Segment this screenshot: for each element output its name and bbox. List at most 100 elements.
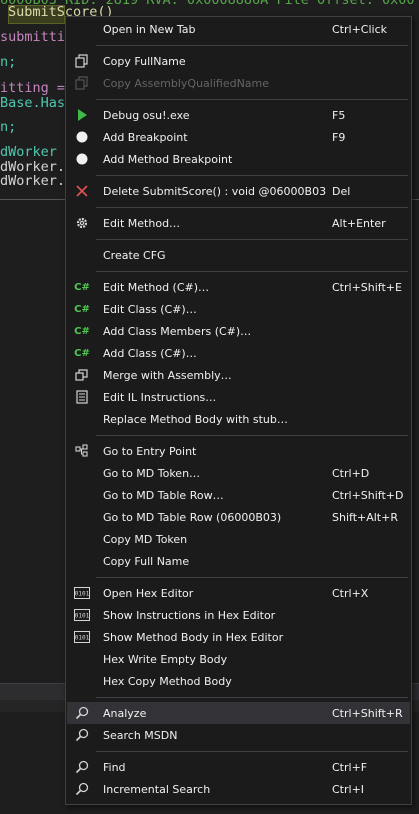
menu-item-label: Replace Method Body with stub…	[103, 412, 288, 426]
menu-item-label: Copy AssemblyQualifiedName	[103, 76, 270, 90]
menu-item-label: Merge with Assembly…	[103, 368, 232, 382]
menu-item-label: Open in New Tab	[103, 22, 196, 36]
menu-item-shortcut: Ctrl+I	[332, 782, 365, 796]
menu-item-copy-assembly-qualified-name[interactable]: Copy AssemblyQualifiedName	[67, 72, 410, 94]
menu-item-add-breakpoint[interactable]: Add Breakpoint F9	[67, 126, 410, 148]
menu-item-open-hex-editor[interactable]: 0101 Open Hex Editor Ctrl+X	[67, 582, 410, 604]
menu-separator	[96, 577, 408, 578]
menu-item-hex-copy-method-body[interactable]: Hex Copy Method Body	[67, 670, 410, 692]
menu-item-label: Hex Copy Method Body	[103, 674, 232, 688]
menu-item-shortcut: Del	[332, 184, 351, 198]
menu-item-label: Go to MD Table Row (06000B03)	[103, 510, 282, 524]
menu-separator	[96, 751, 408, 752]
menu-item-label: Add Breakpoint	[103, 130, 188, 144]
menu-item-shortcut: F5	[332, 108, 346, 122]
menu-item-label: Incremental Search	[103, 782, 211, 796]
menu-item-label: Analyze	[103, 706, 147, 720]
menu-item-label: Open Hex Editor	[103, 586, 194, 600]
search-icon	[73, 758, 91, 776]
menu-separator	[96, 99, 408, 100]
menu-item-copy-md-token[interactable]: Copy MD Token	[67, 528, 410, 550]
menu-item-label: Copy MD Token	[103, 532, 188, 546]
menu-item-edit-method[interactable]: Edit Method… Alt+Enter	[67, 212, 410, 234]
copy-icon	[73, 74, 91, 92]
menu-item-replace-method-body[interactable]: Replace Method Body with stub…	[67, 408, 410, 430]
menu-separator	[96, 271, 408, 272]
menu-item-edit-class-csharp[interactable]: C# Edit Class (C#)…	[67, 298, 410, 320]
menu-item-label: Create CFG	[103, 248, 166, 262]
menu-separator	[96, 697, 408, 698]
menu-separator	[96, 435, 408, 436]
menu-item-label: Add Class Members (C#)…	[103, 324, 252, 338]
menu-item-label: Copy Full Name	[103, 554, 190, 568]
menu-item-open-in-new-tab[interactable]: Open in New Tab Ctrl+Click	[67, 18, 410, 40]
copy-icon	[73, 52, 91, 70]
menu-item-edit-method-csharp[interactable]: C# Edit Method (C#)… Ctrl+Shift+E	[67, 276, 410, 298]
menu-item-debug[interactable]: Debug osu!.exe F5	[67, 104, 410, 126]
entry-point-icon	[73, 442, 91, 460]
search-icon	[73, 726, 91, 744]
svg-text:0101: 0101	[75, 635, 90, 642]
menu-item-merge-with-assembly[interactable]: Merge with Assembly…	[67, 364, 410, 386]
binary-icon: 0101	[73, 606, 91, 624]
menu-item-add-class-csharp[interactable]: C# Add Class (C#)…	[67, 342, 410, 364]
menu-item-shortcut: Ctrl+Shift+E	[332, 280, 402, 294]
csharp-icon: C#	[74, 347, 90, 359]
menu-item-shortcut: Ctrl+X	[332, 586, 369, 600]
menu-item-shortcut: F9	[332, 130, 346, 144]
menu-separator	[96, 207, 408, 208]
menu-item-shortcut: Ctrl+Shift+R	[332, 706, 403, 720]
menu-item-label: Edit IL Instructions…	[103, 390, 217, 404]
menu-item-copy-fullname[interactable]: Copy FullName	[67, 50, 410, 72]
menu-item-copy-full-name[interactable]: Copy Full Name	[67, 550, 410, 572]
binary-icon: 0101	[73, 584, 91, 602]
menu-separator	[96, 45, 408, 46]
merge-icon	[73, 366, 91, 384]
menu-item-go-to-md-token[interactable]: Go to MD Token… Ctrl+D	[67, 462, 410, 484]
search-icon	[73, 704, 91, 722]
menu-item-show-instructions-hex[interactable]: 0101 Show Instructions in Hex Editor	[67, 604, 410, 626]
menu-item-shortcut: Alt+Enter	[332, 216, 386, 230]
csharp-icon: C#	[74, 303, 90, 315]
menu-item-go-to-entry-point[interactable]: Go to Entry Point	[67, 440, 410, 462]
menu-item-create-cfg[interactable]: Create CFG	[67, 244, 410, 266]
menu-item-find[interactable]: Find Ctrl+F	[67, 756, 410, 778]
menu-item-label: Debug osu!.exe	[103, 108, 190, 122]
menu-item-label: Add Class (C#)…	[103, 346, 197, 360]
menu-item-add-method-breakpoint[interactable]: Add Method Breakpoint	[67, 148, 410, 170]
breakpoint-icon	[73, 128, 91, 146]
code-line[interactable]: n;	[0, 51, 16, 73]
menu-item-label: Go to Entry Point	[103, 444, 197, 458]
menu-item-incremental-search[interactable]: Incremental Search Ctrl+I	[67, 778, 410, 800]
menu-item-label: Go to MD Table Row…	[103, 488, 224, 502]
code-line[interactable]: dWorker.	[0, 170, 65, 192]
document-icon	[73, 388, 91, 406]
menu-item-delete-method[interactable]: Delete SubmitScore() : void @06000B03 De…	[67, 180, 410, 202]
menu-item-shortcut: Shift+Alt+R	[332, 510, 398, 524]
code-line[interactable]: n;	[0, 116, 16, 138]
code-line[interactable]: submitti	[0, 26, 65, 48]
menu-item-label: Show Method Body in Hex Editor	[103, 630, 284, 644]
csharp-icon: C#	[74, 281, 90, 293]
menu-item-go-to-md-table-row-token[interactable]: Go to MD Table Row (06000B03) Shift+Alt+…	[67, 506, 410, 528]
menu-item-label: Find	[103, 760, 126, 774]
menu-item-label: Add Method Breakpoint	[103, 152, 233, 166]
menu-item-show-method-body-hex[interactable]: 0101 Show Method Body in Hex Editor	[67, 626, 410, 648]
menu-item-add-class-members-csharp[interactable]: C# Add Class Members (C#)…	[67, 320, 410, 342]
menu-item-label: Show Instructions in Hex Editor	[103, 608, 276, 622]
menu-item-label: Go to MD Token…	[103, 466, 201, 480]
menu-item-hex-write-empty-body[interactable]: Hex Write Empty Body	[67, 648, 410, 670]
menu-item-analyze[interactable]: Analyze Ctrl+Shift+R	[67, 702, 410, 724]
menu-item-go-to-md-table-row[interactable]: Go to MD Table Row… Ctrl+Shift+D	[67, 484, 410, 506]
delete-icon	[73, 182, 91, 200]
code-line[interactable]: Base.Has	[0, 92, 65, 114]
menu-item-shortcut: Ctrl+Click	[332, 22, 387, 36]
search-icon	[73, 780, 91, 798]
gear-icon	[73, 214, 91, 232]
menu-item-edit-il-instructions[interactable]: Edit IL Instructions…	[67, 386, 410, 408]
menu-separator	[96, 175, 408, 176]
menu-item-search-msdn[interactable]: Search MSDN	[67, 724, 410, 746]
svg-text:0101: 0101	[75, 591, 90, 598]
menu-item-shortcut: Ctrl+Shift+D	[332, 488, 404, 502]
menu-item-shortcut: Ctrl+D	[332, 466, 370, 480]
